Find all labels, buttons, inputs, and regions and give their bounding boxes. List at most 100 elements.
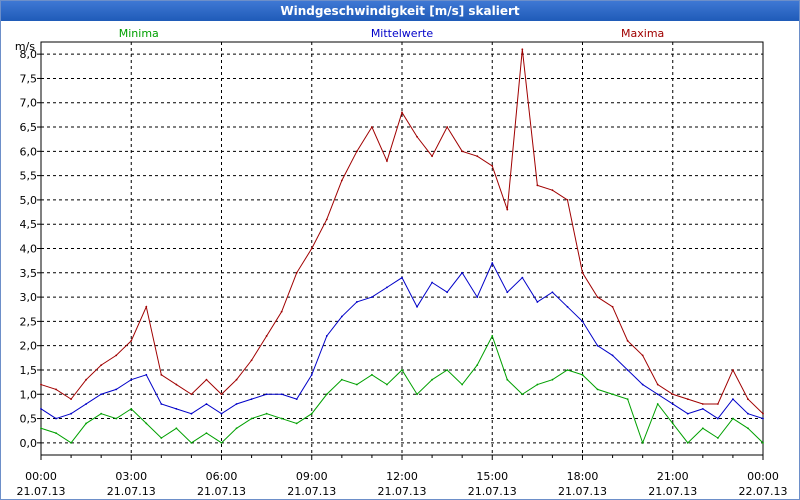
x-tick-date: 21.07.13	[197, 485, 246, 498]
data-point-maxima	[115, 354, 118, 357]
x-tick-time: 00:00	[747, 470, 779, 483]
data-point-mittelwerte	[85, 403, 88, 405]
window-title: Windgeschwindigkeit [m/s] skaliert	[1, 1, 799, 21]
data-point-mittelwerte	[476, 296, 479, 298]
data-point-mittelwerte	[40, 407, 42, 410]
data-point-mittelwerte	[686, 412, 689, 415]
data-point-minima	[325, 393, 328, 396]
data-point-maxima	[160, 373, 163, 376]
data-point-mittelwerte	[762, 417, 764, 420]
data-point-maxima	[431, 155, 433, 158]
data-point-mittelwerte	[250, 398, 253, 401]
y-tick-label: 0,5	[20, 413, 38, 426]
data-point-minima	[551, 378, 554, 381]
data-point-maxima	[747, 398, 749, 401]
y-tick-label: 4,0	[20, 243, 38, 256]
x-tick-date: 21.07.13	[558, 485, 607, 498]
data-point-minima	[175, 427, 178, 430]
y-axis-label: m/s	[15, 40, 35, 53]
data-point-minima	[205, 432, 208, 435]
data-point-minima	[235, 427, 238, 430]
y-tick-label: 7,5	[20, 72, 38, 85]
data-point-mittelwerte	[235, 403, 238, 405]
x-tick-date: 21.07.13	[107, 485, 156, 498]
data-point-maxima	[611, 305, 614, 308]
data-point-mittelwerte	[656, 393, 659, 396]
data-point-minima	[386, 383, 388, 386]
data-point-maxima	[701, 403, 704, 405]
data-point-mittelwerte	[566, 305, 569, 308]
data-point-mittelwerte	[701, 407, 704, 410]
data-point-maxima	[671, 393, 674, 396]
data-point-maxima	[732, 369, 734, 371]
data-point-mittelwerte	[55, 417, 57, 420]
data-point-maxima	[491, 165, 494, 167]
data-point-minima	[686, 441, 689, 444]
data-point-maxima	[416, 135, 418, 138]
legend-maxima: Maxima	[621, 27, 664, 40]
data-point-mittelwerte	[175, 407, 178, 410]
data-point-maxima	[85, 378, 88, 381]
data-point-minima	[431, 378, 433, 381]
data-point-maxima	[220, 393, 223, 396]
data-point-minima	[491, 335, 494, 337]
data-point-mittelwerte	[626, 369, 629, 371]
x-tick-date: 21.07.13	[287, 485, 336, 498]
data-point-minima	[461, 383, 464, 386]
data-point-minima	[581, 373, 584, 376]
data-point-minima	[656, 403, 659, 405]
y-tick-label: 6,5	[20, 121, 38, 134]
data-point-mittelwerte	[310, 373, 313, 376]
x-tick-time: 18:00	[567, 470, 599, 483]
data-point-maxima	[371, 126, 373, 128]
data-point-mittelwerte	[340, 315, 343, 318]
data-point-mittelwerte	[160, 403, 163, 405]
data-point-minima	[55, 432, 57, 435]
data-point-maxima	[521, 48, 524, 51]
data-point-minima	[611, 393, 614, 396]
data-point-mittelwerte	[551, 291, 554, 294]
data-point-maxima	[235, 378, 238, 381]
data-point-maxima	[295, 271, 298, 274]
x-tick-time: 21:00	[657, 470, 689, 483]
data-point-maxima	[340, 179, 343, 182]
data-point-minima	[626, 398, 629, 401]
data-point-minima	[190, 441, 193, 444]
data-point-mittelwerte	[536, 301, 539, 303]
x-tick-time: 15:00	[476, 470, 508, 483]
data-point-maxima	[581, 271, 584, 274]
data-point-maxima	[401, 111, 403, 114]
y-tick-label: 1,0	[20, 388, 38, 401]
legend-mittelwerte: Mittelwerte	[371, 27, 434, 40]
data-point-mittelwerte	[401, 276, 403, 279]
x-tick-time: 03:00	[115, 470, 147, 483]
data-point-minima	[401, 369, 403, 371]
data-point-maxima	[145, 305, 148, 308]
data-point-maxima	[325, 218, 328, 221]
y-tick-label: 4,5	[20, 218, 38, 231]
data-point-minima	[747, 427, 749, 430]
data-point-maxima	[175, 383, 178, 386]
data-point-maxima	[476, 155, 479, 158]
data-point-mittelwerte	[220, 412, 223, 415]
data-point-minima	[70, 441, 72, 444]
y-tick-label: 5,0	[20, 194, 38, 207]
data-point-maxima	[355, 150, 358, 153]
data-point-minima	[506, 378, 509, 381]
data-point-minima	[85, 422, 88, 425]
data-point-maxima	[446, 126, 449, 128]
x-tick-time: 06:00	[206, 470, 238, 483]
data-point-minima	[476, 364, 479, 367]
data-point-mittelwerte	[371, 296, 373, 298]
data-point-minima	[295, 422, 298, 425]
data-point-minima	[310, 412, 313, 415]
data-point-minima	[716, 437, 719, 439]
wind-speed-chart: 0,0 0,5 1,0 1,5 2,0 2,5 3,0 3,5 4,0 4,5 5,0 5,5 6,0 6…	[15, 27, 788, 498]
data-point-minima	[416, 393, 418, 396]
data-point-mittelwerte	[100, 393, 103, 396]
data-point-maxima	[762, 412, 764, 415]
data-point-mittelwerte	[205, 403, 208, 405]
data-point-minima	[100, 412, 103, 415]
data-point-maxima	[596, 296, 599, 298]
data-point-minima	[340, 378, 343, 381]
